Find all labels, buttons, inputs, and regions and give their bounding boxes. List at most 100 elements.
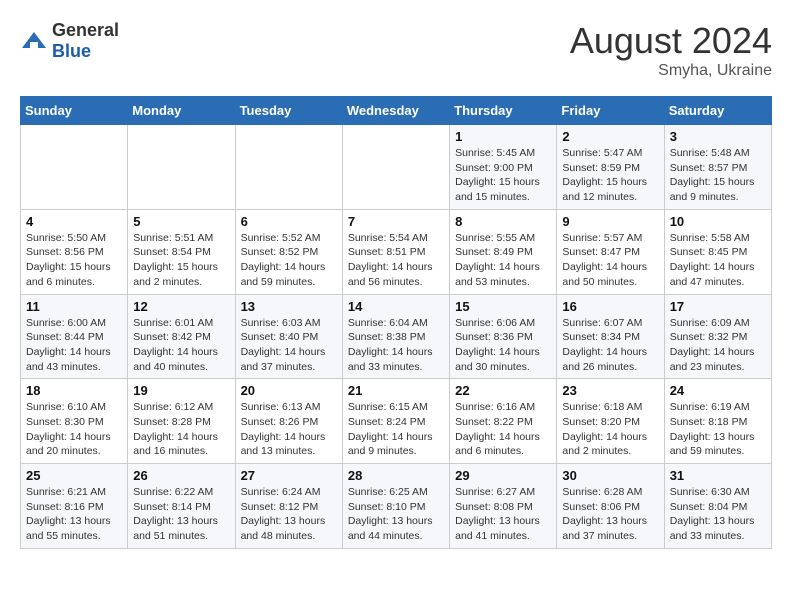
- calendar-week-4: 18Sunrise: 6:10 AM Sunset: 8:30 PM Dayli…: [21, 379, 772, 464]
- logo: General Blue: [20, 20, 119, 62]
- header-tuesday: Tuesday: [235, 97, 342, 125]
- calendar-cell: 21 Sunrise: 6:15 AM Sunset: 8:24 PM Dayli…: [342, 379, 449, 464]
- day-info: Sunrise: 6:28 AM Sunset: 8:06 PM Dayligh…: [562, 485, 658, 544]
- day-info: Sunrise: 5:52 AM Sunset: 8:52 PM Dayligh…: [241, 231, 337, 290]
- calendar-cell: 25Sunrise: 6:21 AM Sunset: 8:16 PM Dayli…: [21, 464, 128, 549]
- day-number: 8: [455, 214, 551, 229]
- calendar-header-row: SundayMondayTuesdayWednesdayThursdayFrid…: [21, 97, 772, 125]
- calendar-cell: 2Sunrise: 5:47 AM Sunset: 8:59 PM Daylig…: [557, 125, 664, 210]
- day-info: Sunrise: 6:15 AM Sunset: 8:24 PM Dayligh…: [348, 400, 444, 459]
- calendar-cell: 1 Sunrise: 5:45 AM Sunset: 9:00 PM Daylig…: [450, 125, 557, 210]
- calendar-table: SundayMondayTuesdayWednesdayThursdayFrid…: [20, 96, 772, 549]
- header-friday: Friday: [557, 97, 664, 125]
- logo-icon: [20, 30, 48, 52]
- day-info: Sunrise: 5:51 AM Sunset: 8:54 PM Dayligh…: [133, 231, 229, 290]
- header-thursday: Thursday: [450, 97, 557, 125]
- header-sunday: Sunday: [21, 97, 128, 125]
- header-wednesday: Wednesday: [342, 97, 449, 125]
- day-number: 20: [241, 383, 337, 398]
- day-number: 21: [348, 383, 444, 398]
- month-title: August 2024: [570, 20, 772, 62]
- day-info: Sunrise: 5:55 AM Sunset: 8:49 PM Dayligh…: [455, 231, 551, 290]
- day-number: 12: [133, 299, 229, 314]
- calendar-cell: [235, 125, 342, 210]
- day-info: Sunrise: 6:07 AM Sunset: 8:34 PM Dayligh…: [562, 316, 658, 375]
- day-number: 23: [562, 383, 658, 398]
- calendar-cell: 5 Sunrise: 5:51 AM Sunset: 8:54 PM Daylig…: [128, 209, 235, 294]
- calendar-body: 1 Sunrise: 5:45 AM Sunset: 9:00 PM Daylig…: [21, 125, 772, 549]
- day-info: Sunrise: 6:09 AM Sunset: 8:32 PM Dayligh…: [670, 316, 766, 375]
- day-number: 6: [241, 214, 337, 229]
- calendar-cell: 26 Sunrise: 6:22 AM Sunset: 8:14 PM Dayli…: [128, 464, 235, 549]
- location-title: Smyha, Ukraine: [570, 62, 772, 80]
- day-number: 26: [133, 468, 229, 483]
- day-info: Sunrise: 6:16 AM Sunset: 8:22 PM Dayligh…: [455, 400, 551, 459]
- day-info: Sunrise: 5:50 AM Sunset: 8:56 PM Dayligh…: [26, 231, 122, 290]
- day-number: 9: [562, 214, 658, 229]
- day-number: 22: [455, 383, 551, 398]
- day-number: 4: [26, 214, 122, 229]
- day-info: Sunrise: 6:12 AM Sunset: 8:28 PM Dayligh…: [133, 400, 229, 459]
- day-info: Sunrise: 6:24 AM Sunset: 8:12 PM Dayligh…: [241, 485, 337, 544]
- calendar-cell: 6 Sunrise: 5:52 AM Sunset: 8:52 PM Daylig…: [235, 209, 342, 294]
- day-info: Sunrise: 5:48 AM Sunset: 8:57 PM Dayligh…: [670, 146, 766, 205]
- day-number: 14: [348, 299, 444, 314]
- calendar-cell: 18Sunrise: 6:10 AM Sunset: 8:30 PM Dayli…: [21, 379, 128, 464]
- calendar-week-3: 11 Sunrise: 6:00 AM Sunset: 8:44 PM Dayli…: [21, 294, 772, 379]
- day-number: 11: [26, 299, 122, 314]
- calendar-cell: 27 Sunrise: 6:24 AM Sunset: 8:12 PM Dayli…: [235, 464, 342, 549]
- day-info: Sunrise: 6:13 AM Sunset: 8:26 PM Dayligh…: [241, 400, 337, 459]
- calendar-week-2: 4 Sunrise: 5:50 AM Sunset: 8:56 PM Daylig…: [21, 209, 772, 294]
- calendar-cell: 20 Sunrise: 6:13 AM Sunset: 8:26 PM Dayli…: [235, 379, 342, 464]
- day-info: Sunrise: 5:45 AM Sunset: 9:00 PM Dayligh…: [455, 146, 551, 205]
- day-info: Sunrise: 6:19 AM Sunset: 8:18 PM Dayligh…: [670, 400, 766, 459]
- calendar-cell: 10 Sunrise: 5:58 AM Sunset: 8:45 PM Dayli…: [664, 209, 771, 294]
- calendar-cell: 31 Sunrise: 6:30 AM Sunset: 8:04 PM Dayli…: [664, 464, 771, 549]
- calendar-cell: 9Sunrise: 5:57 AM Sunset: 8:47 PM Daylig…: [557, 209, 664, 294]
- calendar-cell: 7 Sunrise: 5:54 AM Sunset: 8:51 PM Daylig…: [342, 209, 449, 294]
- day-number: 15: [455, 299, 551, 314]
- day-info: Sunrise: 6:04 AM Sunset: 8:38 PM Dayligh…: [348, 316, 444, 375]
- calendar-cell: 30 Sunrise: 6:28 AM Sunset: 8:06 PM Dayli…: [557, 464, 664, 549]
- calendar-cell: 24Sunrise: 6:19 AM Sunset: 8:18 PM Dayli…: [664, 379, 771, 464]
- calendar-cell: 4 Sunrise: 5:50 AM Sunset: 8:56 PM Daylig…: [21, 209, 128, 294]
- day-info: Sunrise: 5:54 AM Sunset: 8:51 PM Dayligh…: [348, 231, 444, 290]
- day-info: Sunrise: 6:18 AM Sunset: 8:20 PM Dayligh…: [562, 400, 658, 459]
- calendar-cell: 22 Sunrise: 6:16 AM Sunset: 8:22 PM Dayli…: [450, 379, 557, 464]
- day-number: 27: [241, 468, 337, 483]
- day-number: 16: [562, 299, 658, 314]
- day-info: Sunrise: 6:00 AM Sunset: 8:44 PM Dayligh…: [26, 316, 122, 375]
- title-block: August 2024 Smyha, Ukraine: [570, 20, 772, 80]
- calendar-week-5: 25Sunrise: 6:21 AM Sunset: 8:16 PM Dayli…: [21, 464, 772, 549]
- logo-general: General: [52, 20, 119, 40]
- day-number: 18: [26, 383, 122, 398]
- day-number: 5: [133, 214, 229, 229]
- day-number: 30: [562, 468, 658, 483]
- header-monday: Monday: [128, 97, 235, 125]
- calendar-cell: 11 Sunrise: 6:00 AM Sunset: 8:44 PM Dayli…: [21, 294, 128, 379]
- day-number: 13: [241, 299, 337, 314]
- day-info: Sunrise: 6:25 AM Sunset: 8:10 PM Dayligh…: [348, 485, 444, 544]
- day-number: 1: [455, 129, 551, 144]
- day-number: 29: [455, 468, 551, 483]
- calendar-cell: 15Sunrise: 6:06 AM Sunset: 8:36 PM Dayli…: [450, 294, 557, 379]
- calendar-cell: 14 Sunrise: 6:04 AM Sunset: 8:38 PM Dayli…: [342, 294, 449, 379]
- day-info: Sunrise: 6:22 AM Sunset: 8:14 PM Dayligh…: [133, 485, 229, 544]
- calendar-cell: 13Sunrise: 6:03 AM Sunset: 8:40 PM Dayli…: [235, 294, 342, 379]
- day-number: 2: [562, 129, 658, 144]
- day-number: 25: [26, 468, 122, 483]
- day-info: Sunrise: 6:30 AM Sunset: 8:04 PM Dayligh…: [670, 485, 766, 544]
- calendar-cell: 17Sunrise: 6:09 AM Sunset: 8:32 PM Dayli…: [664, 294, 771, 379]
- calendar-cell: 8 Sunrise: 5:55 AM Sunset: 8:49 PM Daylig…: [450, 209, 557, 294]
- day-number: 28: [348, 468, 444, 483]
- day-number: 7: [348, 214, 444, 229]
- day-number: 19: [133, 383, 229, 398]
- day-number: 3: [670, 129, 766, 144]
- calendar-cell: 28 Sunrise: 6:25 AM Sunset: 8:10 PM Dayli…: [342, 464, 449, 549]
- logo-blue: Blue: [52, 41, 91, 61]
- calendar-cell: 16 Sunrise: 6:07 AM Sunset: 8:34 PM Dayli…: [557, 294, 664, 379]
- day-number: 31: [670, 468, 766, 483]
- calendar-week-1: 1 Sunrise: 5:45 AM Sunset: 9:00 PM Daylig…: [21, 125, 772, 210]
- day-info: Sunrise: 5:58 AM Sunset: 8:45 PM Dayligh…: [670, 231, 766, 290]
- day-number: 10: [670, 214, 766, 229]
